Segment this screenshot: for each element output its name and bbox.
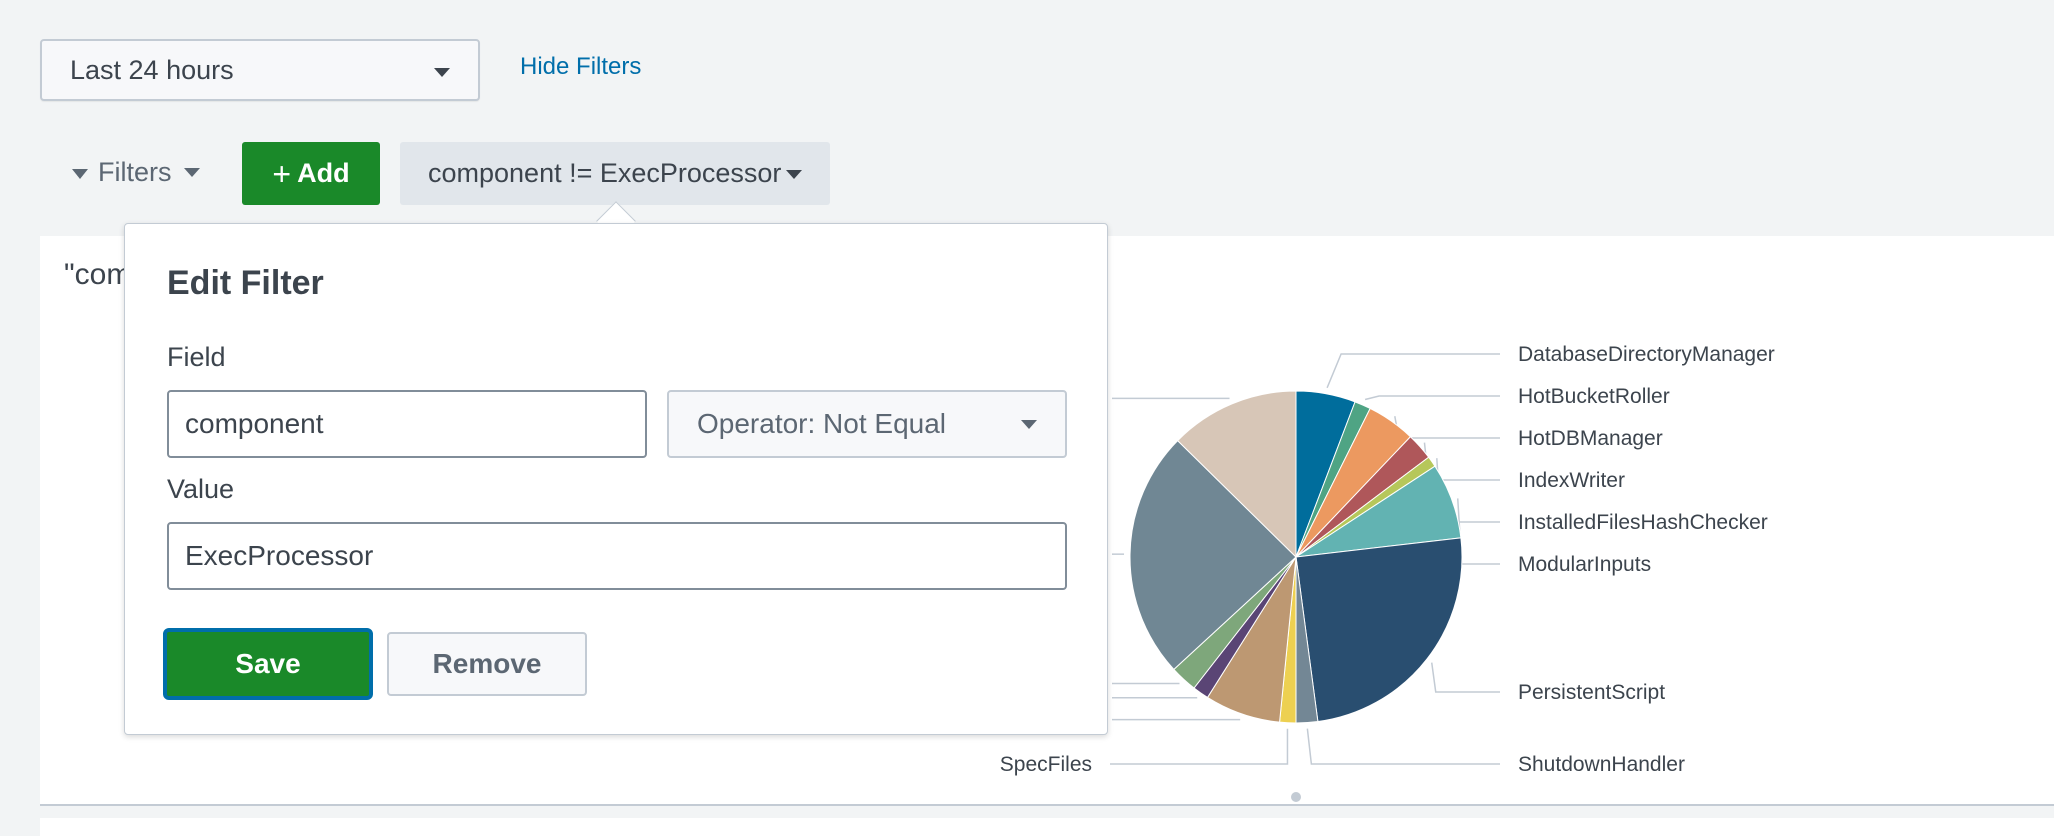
time-range-value: Last 24 hours <box>70 54 234 85</box>
popover-title: Edit Filter <box>167 264 324 302</box>
plus-icon: + <box>272 155 292 192</box>
add-filter-button[interactable]: + Add <box>242 142 380 205</box>
time-range-picker[interactable]: Last 24 hours <box>40 39 480 101</box>
field-label: Field <box>167 342 226 372</box>
chevron-down-icon <box>786 170 802 179</box>
add-label: Add <box>297 158 350 188</box>
edit-filter-popover: Edit Filter Field component Operator: No… <box>124 223 1108 735</box>
panel-title: "com <box>64 258 132 291</box>
operator-value: Operator: Not Equal <box>697 408 947 439</box>
value-input[interactable]: ExecProcessor <box>167 522 1067 590</box>
filter-chip[interactable]: component != ExecProcessor <box>400 142 830 205</box>
operator-select[interactable]: Operator: Not Equal <box>667 390 1067 458</box>
remove-button[interactable]: Remove <box>387 632 587 696</box>
filter-icon <box>72 168 88 179</box>
chevron-down-icon <box>183 168 200 177</box>
filters-menu-toggle[interactable]: Filters <box>72 157 200 188</box>
chevron-down-icon <box>434 68 450 77</box>
field-input-value: component <box>185 408 324 439</box>
next-panel <box>40 818 2054 836</box>
save-button[interactable]: Save <box>163 628 373 700</box>
value-label: Value <box>167 474 235 504</box>
filters-label: Filters <box>98 157 172 187</box>
hide-filters-link[interactable]: Hide Filters <box>520 53 641 81</box>
chevron-down-icon <box>1021 420 1037 429</box>
field-input[interactable]: component <box>167 390 647 458</box>
value-input-value: ExecProcessor <box>185 540 374 571</box>
filter-chip-label: component != ExecProcessor <box>428 158 782 188</box>
